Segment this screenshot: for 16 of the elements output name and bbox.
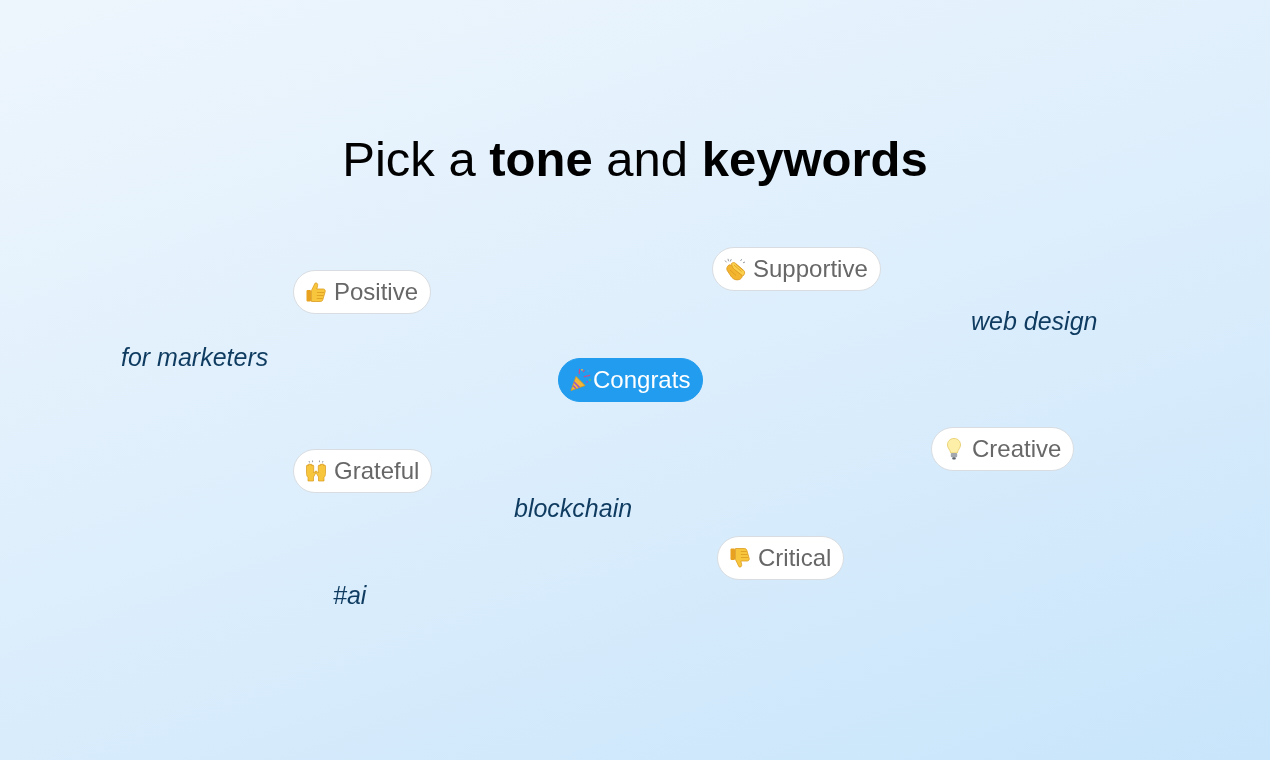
- tone-chip[interactable]: Creative: [931, 427, 1075, 471]
- tone-chip[interactable]: Supportive: [712, 247, 881, 291]
- keyword-option[interactable]: blockchain: [514, 494, 633, 522]
- raised-hands-icon: [304, 459, 328, 483]
- thumbs-up-icon: [304, 280, 328, 304]
- tone-chip[interactable]: Positive: [293, 270, 432, 314]
- thumbs-down-icon: [728, 546, 752, 570]
- tone-chip[interactable]: Grateful: [293, 449, 433, 493]
- keyword-option[interactable]: #ai: [333, 581, 367, 609]
- keyword-option[interactable]: web design: [971, 307, 1098, 335]
- tone-chip[interactable]: Critical: [717, 536, 845, 580]
- party-popper-icon: [569, 368, 593, 392]
- page-heading: Pick a tone and keywords: [342, 131, 928, 188]
- clapping-hands-icon: [723, 257, 747, 281]
- tone-chip[interactable]: Congrats: [558, 358, 704, 402]
- keyword-option[interactable]: for marketers: [121, 343, 269, 371]
